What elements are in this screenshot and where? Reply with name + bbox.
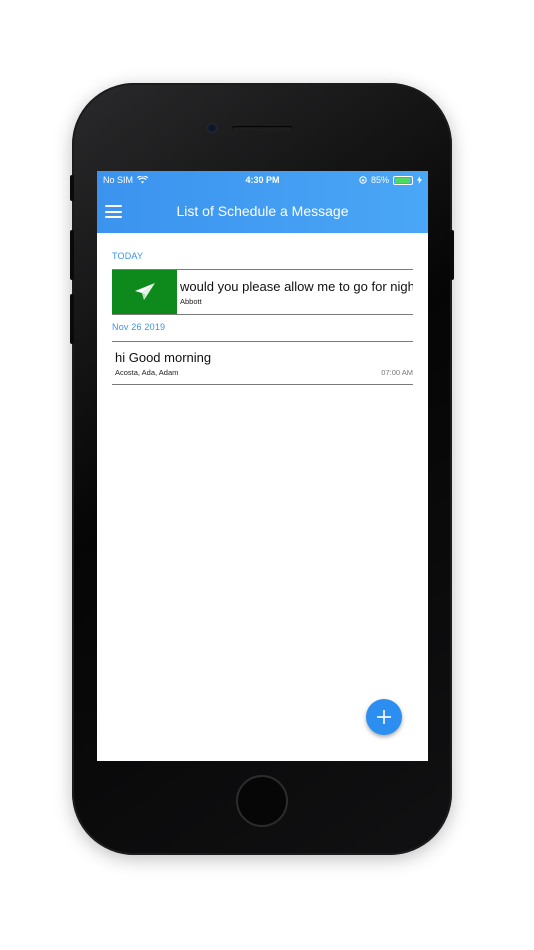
sent-status-badge	[112, 270, 177, 314]
divider	[112, 314, 413, 315]
scheduled-message-row[interactable]: would you please allow me to go for nigh…	[112, 270, 413, 314]
power-button	[450, 230, 454, 280]
page-title: List of Schedule a Message	[176, 203, 349, 219]
recipients-text: Abbott	[180, 297, 202, 306]
section-header-date: Nov 26 2019	[112, 322, 166, 332]
paper-plane-icon	[134, 283, 155, 300]
charging-bolt-icon	[417, 176, 422, 184]
status-bar: No SIM 4:30 PM 85%	[97, 171, 428, 189]
plus-icon	[377, 710, 391, 724]
orientation-lock-icon	[359, 176, 367, 184]
front-camera	[207, 123, 217, 133]
message-text: hi Good morning	[115, 350, 212, 365]
battery-icon	[393, 175, 413, 185]
volume-up-button	[70, 230, 74, 280]
app-screen: No SIM 4:30 PM 85% List of Schedule a Me…	[97, 171, 428, 761]
divider	[112, 384, 413, 385]
earpiece-speaker	[232, 126, 292, 131]
volume-down-button	[70, 294, 74, 344]
scheduled-time: 07:00 AM	[381, 368, 413, 377]
recipients-text: Acosta, Ada, Adam	[115, 368, 179, 377]
battery-percent: 85%	[370, 175, 389, 185]
scheduled-message-row[interactable]: hi Good morning Acosta, Ada, Adam 07:00 …	[112, 342, 413, 384]
message-text: would you please allow me to go for nigh…	[180, 279, 413, 294]
mute-switch	[70, 175, 74, 201]
nav-bar: List of Schedule a Message	[97, 189, 428, 233]
home-button[interactable]	[236, 775, 288, 827]
add-message-button[interactable]	[366, 699, 402, 735]
section-header-today: TODAY	[112, 251, 144, 261]
